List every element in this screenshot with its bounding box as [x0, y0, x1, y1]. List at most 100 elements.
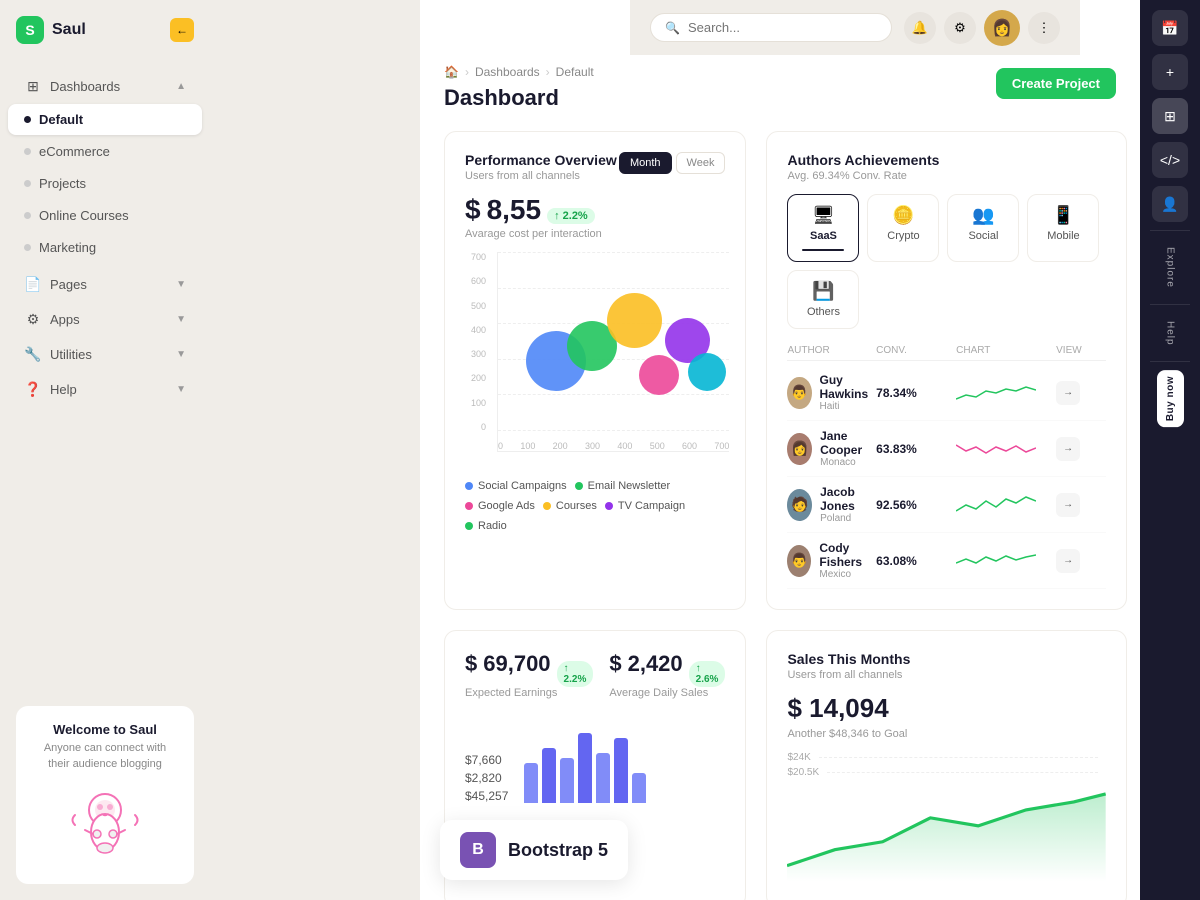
notifications-btn[interactable]: 🔔: [904, 12, 936, 44]
saas-icon: 🖥: [812, 205, 835, 226]
sidebar-item-dashboards[interactable]: ⊞ Dashboards ▲: [8, 69, 202, 103]
author-row: 👩 Jane Cooper Monaco 63.83% →: [787, 421, 1106, 477]
sidebar-toggle[interactable]: ←: [170, 18, 194, 42]
tab-month[interactable]: Month: [619, 152, 672, 174]
avatar-jacob: 🧑: [787, 489, 812, 521]
author-tab-crypto[interactable]: 🪙 Crypto: [867, 194, 939, 262]
author-info: 👨 Cody Fishers Mexico: [787, 541, 876, 580]
sidebar-label-ecommerce: eCommerce: [39, 144, 186, 159]
explore-label[interactable]: Explore: [1165, 239, 1176, 296]
divider: [1150, 304, 1190, 305]
sidebar-label-marketing: Marketing: [39, 240, 186, 255]
view-btn-cody[interactable]: →: [1056, 549, 1080, 573]
sidebar-item-projects[interactable]: Projects: [8, 168, 202, 199]
sidebar-item-ecommerce[interactable]: eCommerce: [8, 136, 202, 167]
author-info: 👩 Jane Cooper Monaco: [787, 429, 876, 468]
sidebar-item-apps[interactable]: ⚙ Apps ▼: [8, 302, 202, 336]
daily-value: $ 2,420 2.6%: [609, 651, 725, 687]
settings-btn[interactable]: ⚙: [944, 12, 976, 44]
buy-now-button[interactable]: Buy now: [1157, 370, 1184, 427]
code-btn[interactable]: </>: [1152, 142, 1188, 178]
sidebar: S Saul ← ⊞ Dashboards ▲ Default eCommerc…: [0, 0, 210, 900]
stats-detail: $7,660 $2,820 $45,257: [465, 715, 725, 803]
plus-btn[interactable]: +: [1152, 54, 1188, 90]
breadcrumb-default[interactable]: Default: [556, 65, 594, 79]
authors-achievements-card: Authors Achievements Avg. 69.34% Conv. R…: [766, 131, 1127, 610]
authors-table-header: AUTHOR CONV. CHART VIEW: [787, 341, 1106, 361]
sidebar-item-default[interactable]: Default: [8, 104, 202, 135]
metric-number: 8,55: [487, 194, 542, 226]
welcome-card: Welcome to Saul Anyone can connect with …: [16, 706, 194, 884]
authors-card-header: Authors Achievements Avg. 69.34% Conv. R…: [787, 152, 1106, 182]
stats-list: $7,660 $2,820 $45,257: [465, 753, 508, 803]
sidebar-label-online-courses: Online Courses: [39, 208, 186, 223]
sidebar-item-marketing[interactable]: Marketing: [8, 232, 202, 263]
author-tab-mobile[interactable]: 📱 Mobile: [1027, 194, 1099, 262]
sidebar-label-dashboards: Dashboards: [50, 79, 168, 94]
user-avatar[interactable]: 👩: [984, 10, 1020, 46]
authors-title-group: Authors Achievements Avg. 69.34% Conv. R…: [787, 152, 939, 182]
view-btn-jane[interactable]: →: [1056, 437, 1080, 461]
help-icon: ❓: [24, 380, 42, 398]
bubble-chart: 0 100 200 300 400 500 600 700: [497, 252, 729, 452]
right-panel: 📅 + ⊞ </> 👤 Explore Help Buy now: [1140, 0, 1200, 900]
card-header: Performance Overview Users from all chan…: [465, 152, 725, 182]
nav-dot: [24, 244, 31, 251]
separator: ›: [546, 65, 550, 79]
breadcrumb-dashboards[interactable]: Dashboards: [475, 65, 540, 79]
expected-earnings: $ 69,700 2.2% Expected Earnings: [465, 651, 593, 699]
sidebar-item-help[interactable]: ❓ Help ▼: [8, 372, 202, 406]
sparkline-jane: [956, 437, 1036, 461]
sales-subtitle: Users from all channels: [787, 669, 910, 681]
sidebar-label-utilities: Utilities: [50, 347, 168, 362]
author-tab-saas[interactable]: 🖥 SaaS: [787, 194, 859, 262]
metric-badge: 2.2%: [547, 208, 595, 224]
tab-group: Month Week: [619, 152, 726, 174]
author-info: 🧑 Jacob Jones Poland: [787, 485, 876, 524]
nav-dot: [24, 116, 31, 123]
earnings-label: Expected Earnings: [465, 687, 593, 699]
help-label[interactable]: Help: [1165, 313, 1176, 354]
divider: [1150, 230, 1190, 231]
search-input[interactable]: [688, 20, 877, 35]
sales-area-chart: [787, 786, 1106, 882]
author-tab-others[interactable]: 💾 Others: [787, 270, 859, 329]
home-icon: 🏠: [444, 65, 459, 79]
chevron-icon: ▼: [176, 279, 186, 290]
more-btn[interactable]: ⋮: [1028, 12, 1060, 44]
author-name: Guy Hawkins: [820, 373, 877, 401]
bubble-google: [607, 293, 662, 348]
daily-label: Average Daily Sales: [609, 687, 725, 699]
sidebar-label-projects: Projects: [39, 176, 186, 191]
sales-chart: $24K $20.5K: [787, 752, 1106, 778]
search-box[interactable]: 🔍: [650, 13, 892, 42]
bar-chart: [524, 723, 646, 803]
earnings-badge: 2.2%: [557, 661, 594, 687]
view-btn-guy[interactable]: →: [1056, 381, 1080, 405]
tab-week[interactable]: Week: [676, 152, 726, 174]
sidebar-item-pages[interactable]: 📄 Pages ▼: [8, 267, 202, 301]
author-tab-social[interactable]: 👥 Social: [947, 194, 1019, 262]
nav-dot: [24, 180, 31, 187]
user-btn[interactable]: 👤: [1152, 186, 1188, 222]
mobile-icon: 📱: [1052, 205, 1074, 226]
card-title: Performance Overview: [465, 152, 617, 168]
chart-legend: Social Campaigns Email Newsletter Google…: [465, 480, 725, 532]
create-project-button[interactable]: Create Project: [996, 68, 1116, 99]
earnings-value: $ 69,700 2.2%: [465, 651, 593, 687]
calendar-btn[interactable]: 📅: [1152, 10, 1188, 46]
grid-btn[interactable]: ⊞: [1152, 98, 1188, 134]
sidebar-item-online-courses[interactable]: Online Courses: [8, 200, 202, 231]
sidebar-nav: ⊞ Dashboards ▲ Default eCommerce Project…: [0, 60, 210, 690]
y-axis: 700 600 500 400 300 200 100 0: [471, 252, 490, 432]
view-btn-jacob[interactable]: →: [1056, 493, 1080, 517]
sales-header: Sales This Months Users from all channel…: [787, 651, 1106, 681]
sidebar-item-utilities[interactable]: 🔧 Utilities ▼: [8, 337, 202, 371]
currency-symbol: $: [465, 194, 481, 226]
author-row: 👨 Guy Hawkins Haiti 78.34% →: [787, 365, 1106, 421]
conv-rate: 63.08%: [876, 554, 956, 568]
utilities-icon: 🔧: [24, 345, 42, 363]
author-tabs: 🖥 SaaS 🪙 Crypto 👥 Social 📱 Mobile: [787, 194, 1106, 329]
metric-label: Avarage cost per interaction: [465, 228, 725, 240]
daily-sales: $ 2,420 2.6% Average Daily Sales: [609, 651, 725, 699]
